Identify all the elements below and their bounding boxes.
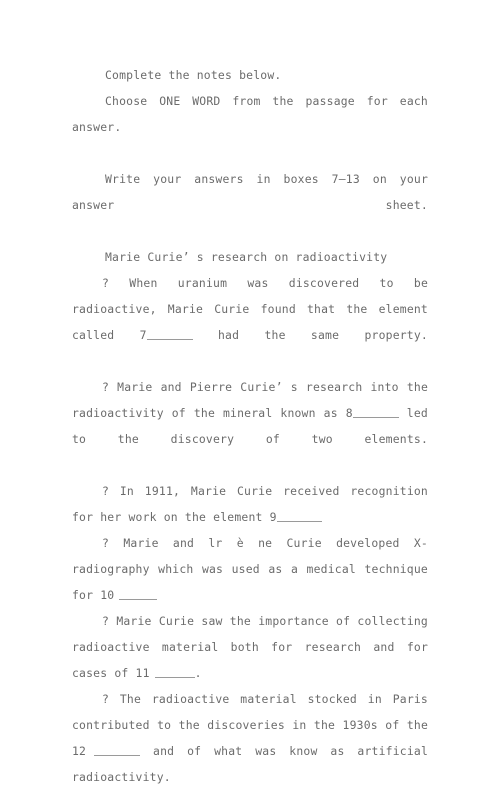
note-11-text-after: . [194,666,202,680]
instruction-write-answers: Write your answers in boxes 7—13 on your… [72,166,428,244]
note-item-10: ? Marie and lr è ne Curie developed X-ra… [72,530,428,608]
note-11-text-before: Marie Curie saw the importance of collec… [72,614,428,680]
note-item-7: ? When uranium was discovered to be radi… [72,270,428,374]
answer-blank-11[interactable] [154,666,195,678]
note-item-9: ? In 1911, Marie Curie received recognit… [72,478,428,530]
note-item-12: ? The radioactive material stocked in Pa… [72,686,428,790]
document-page: Complete the notes below. Choose ONE WOR… [0,0,500,784]
notes-heading: Marie Curie’ s research on radioactivity [72,244,428,270]
instruction-complete-notes: Complete the notes below. [72,62,428,88]
bullet-marker-icon: ? [102,536,110,550]
note-item-11: ? Marie Curie saw the importance of coll… [72,608,428,686]
answer-blank-8[interactable] [352,406,399,418]
answer-blank-12[interactable] [94,744,141,756]
document-body: Complete the notes below. Choose ONE WOR… [72,62,428,790]
bullet-marker-icon: ? [102,276,110,290]
bullet-marker-icon: ? [102,692,110,706]
answer-blank-10[interactable] [119,588,158,600]
notes-heading-text: Marie Curie’ s research on radioactivity [105,250,388,264]
answer-blank-7[interactable] [146,328,193,340]
instruction-choose-one-word: Choose ONE WORD from the passage for eac… [72,88,428,166]
note-9-text-before: In 1911, Marie Curie received recognitio… [72,484,428,524]
bullet-marker-icon: ? [102,614,110,628]
bullet-marker-icon: ? [102,484,110,498]
note-item-8: ? Marie and Pierre Curie’ s research int… [72,374,428,478]
note-7-text-after: had the same property. [218,328,428,342]
bullet-marker-icon: ? [102,380,110,394]
instruction-complete-notes-text: Complete the notes below. [105,68,282,82]
answer-blank-9[interactable] [276,510,322,522]
instruction-write-answers-text: Write your answers in boxes 7—13 on your… [72,172,428,212]
instruction-choose-one-word-text: Choose ONE WORD from the passage for eac… [72,94,428,134]
